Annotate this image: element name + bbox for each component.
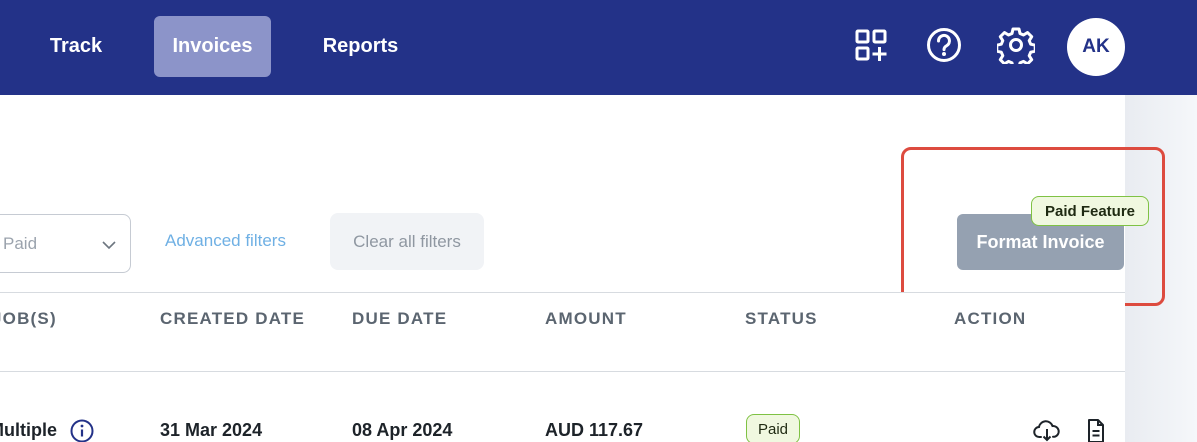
status-filter-value: Paid bbox=[3, 233, 38, 253]
column-header-amount[interactable]: AMOUNT bbox=[545, 309, 627, 329]
apps-add-icon[interactable] bbox=[852, 26, 890, 64]
nav-tab-reports[interactable]: Reports bbox=[308, 16, 413, 77]
column-header-due-date[interactable]: DUE DATE bbox=[352, 309, 447, 329]
table-header-divider bbox=[0, 371, 1125, 372]
row-created-date-cell: 31 Mar 2024 bbox=[160, 420, 263, 440]
advanced-filters-link[interactable]: Advanced filters bbox=[165, 231, 286, 251]
column-header-status[interactable]: STATUS bbox=[745, 309, 818, 329]
info-icon[interactable] bbox=[70, 419, 94, 442]
column-header-jobs: JOB(S) bbox=[0, 309, 57, 328]
clear-all-filters-button[interactable]: Clear all filters bbox=[330, 213, 484, 270]
table-header-row bbox=[0, 293, 1125, 371]
help-icon[interactable] bbox=[925, 26, 963, 64]
column-header-action: ACTION bbox=[954, 309, 1027, 328]
highlight-box bbox=[901, 147, 1165, 306]
row-due-date-cell: 08 Apr 2024 bbox=[352, 420, 453, 440]
settings-gear-icon[interactable] bbox=[997, 26, 1035, 64]
chevron-down-icon bbox=[102, 237, 116, 255]
row-jobs-cell: Multiple bbox=[0, 420, 57, 440]
nav-tab-invoices[interactable]: Invoices bbox=[154, 16, 271, 77]
cloud-download-icon[interactable] bbox=[1033, 418, 1061, 442]
nav-tab-track[interactable]: Track bbox=[36, 16, 116, 77]
document-icon[interactable] bbox=[1082, 418, 1110, 442]
top-navigation-bar: Track Invoices Reports AK bbox=[0, 0, 1197, 95]
column-header-created-date[interactable]: CREATED DATE bbox=[160, 309, 305, 329]
user-avatar[interactable]: AK bbox=[1067, 18, 1125, 76]
status-filter-select[interactable]: Paid bbox=[0, 214, 131, 273]
row-status-badge: Paid bbox=[746, 414, 800, 442]
row-amount-cell: AUD 117.67 bbox=[545, 420, 644, 440]
